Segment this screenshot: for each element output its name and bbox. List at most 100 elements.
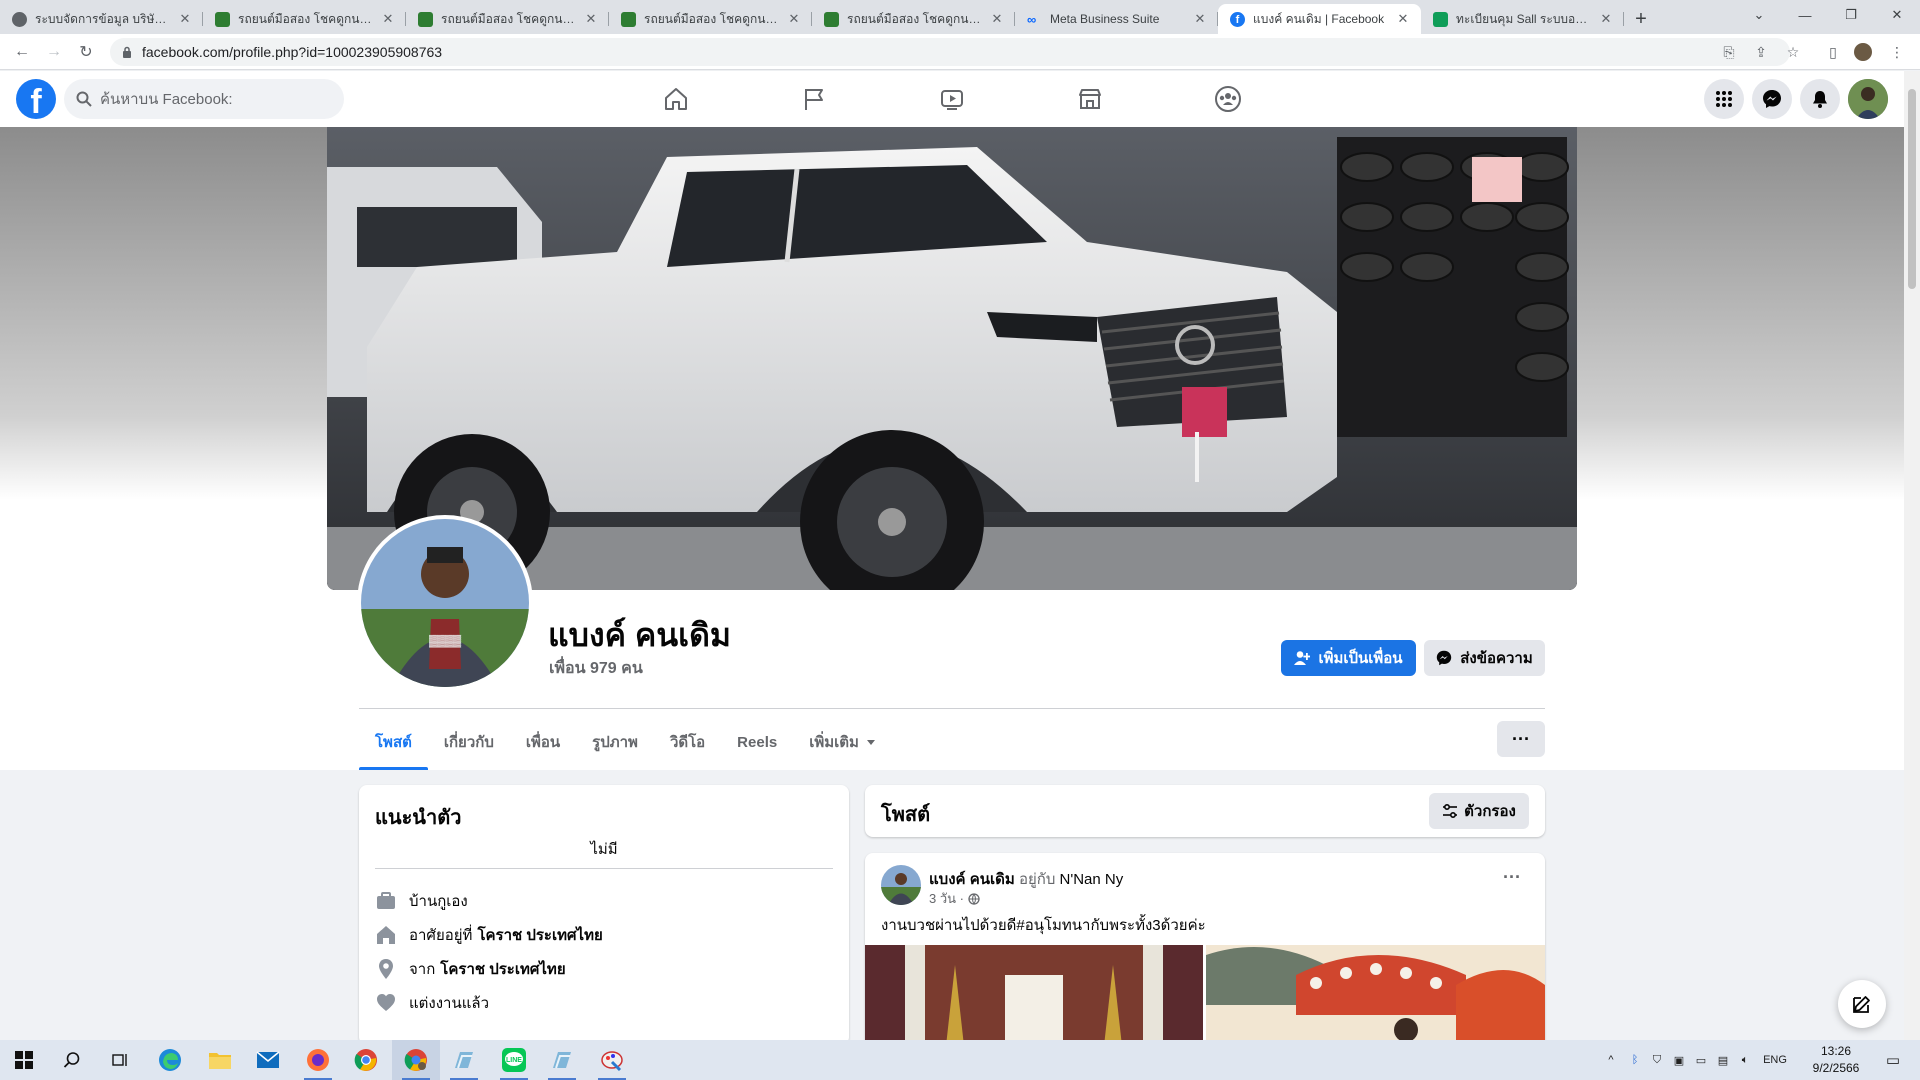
file-explorer-icon[interactable] [196, 1040, 244, 1080]
tab-friends[interactable]: เพื่อน [510, 714, 576, 770]
translate-icon[interactable]: ⎘ [1720, 43, 1738, 61]
browser-tab-6[interactable]: f แบงค์ คนเดิม | Facebook ✕ [1218, 4, 1421, 34]
post-author-name[interactable]: แบงค์ คนเดิม [929, 871, 1015, 888]
teamviewer-like-app-icon[interactable] [440, 1040, 488, 1080]
tab-search-icon[interactable]: ⌄ [1736, 0, 1782, 30]
tab-more[interactable]: เพิ่มเติม [793, 714, 893, 770]
tray-app-icon[interactable]: ▣ [1670, 1051, 1688, 1069]
new-tab-button[interactable]: + [1624, 4, 1658, 34]
facebook-search-input[interactable]: ค้นหาบน Facebook: [64, 79, 344, 119]
notes-app-icon[interactable] [538, 1040, 586, 1080]
briefcase-icon [377, 892, 395, 909]
post-tagged-name[interactable]: N'Nan Ny [1060, 871, 1124, 888]
friends-count[interactable]: เพื่อน 979 คน [549, 656, 643, 681]
action-center-icon[interactable]: ▭ [1884, 1051, 1902, 1069]
taskbar-search-icon[interactable] [48, 1040, 96, 1080]
browser-tab-5[interactable]: ∞ Meta Business Suite ✕ [1015, 4, 1218, 34]
nav-watch-video-icon[interactable] [896, 71, 1008, 127]
profile-avatar[interactable]: ▓▓▓▓ [357, 515, 533, 691]
side-panel-icon[interactable]: ▯ [1824, 43, 1842, 61]
post-author-avatar[interactable] [881, 865, 921, 905]
nav-home-icon[interactable] [620, 71, 732, 127]
bluetooth-icon[interactable]: ᛒ [1626, 1051, 1644, 1069]
input-language[interactable]: ENG [1760, 1051, 1790, 1069]
send-message-button[interactable]: ส่งข้อความ [1424, 640, 1545, 676]
browser-tab-4[interactable]: รถยนต์มือสอง โชคดูกนโยด อุดร ✕ [812, 4, 1015, 34]
share-icon[interactable]: ⇪ [1752, 43, 1770, 61]
tab-title: รถยนต์มือสอง โชคดูกนโยด อุดร [238, 11, 374, 26]
paint-app-icon[interactable] [588, 1040, 636, 1080]
profile-more-options-button[interactable]: ··· [1497, 721, 1545, 757]
messenger-icon[interactable] [1752, 79, 1792, 119]
tab-close-icon[interactable]: ✕ [380, 11, 396, 27]
cover-photo[interactable] [327, 127, 1577, 590]
post-options-button[interactable]: ··· [1503, 867, 1521, 888]
system-clock[interactable]: 13:26 9/2/2566 [1798, 1043, 1874, 1077]
facebook-logo-icon[interactable]: f [16, 79, 56, 119]
add-friend-button[interactable]: เพิ่มเป็นเพื่อน [1281, 640, 1416, 676]
forward-icon[interactable]: → [42, 40, 66, 64]
browser-tab-0[interactable]: ระบบจัดการข้อมูล บริษัท โชคดู ✕ [0, 4, 203, 34]
page-scrollbar[interactable] [1904, 71, 1920, 1040]
browser-tab-1[interactable]: รถยนต์มือสอง โชคดูกนโยด อุดร ✕ [203, 4, 406, 34]
restore-icon[interactable]: ❐ [1828, 0, 1874, 30]
window-close-icon[interactable]: ✕ [1874, 0, 1920, 30]
nav-groups-icon[interactable] [1172, 71, 1284, 127]
tab-close-icon[interactable]: ✕ [1395, 11, 1411, 27]
bookmark-star-icon[interactable]: ☆ [1784, 43, 1802, 61]
chrome-profile-avatar[interactable] [1854, 43, 1872, 61]
profile-picture: ▓▓▓▓ [361, 519, 529, 687]
tab-close-icon[interactable]: ✕ [177, 11, 193, 27]
edge-browser-icon[interactable] [146, 1040, 194, 1080]
tab-about[interactable]: เกี่ยวกับ [428, 714, 510, 770]
new-message-compose-button[interactable] [1838, 980, 1886, 1028]
tab-close-icon[interactable]: ✕ [786, 11, 802, 27]
tab-reels[interactable]: Reels [721, 714, 793, 770]
mail-icon[interactable] [244, 1040, 292, 1080]
intro-relationship-text: แต่งงานแล้ว [409, 995, 490, 1012]
post-time[interactable]: 3 วัน · [929, 888, 964, 909]
tab-videos[interactable]: วิดีโอ [654, 714, 721, 770]
tab-photos[interactable]: รูปภาพ [576, 714, 654, 770]
chrome-profile-icon[interactable] [392, 1040, 440, 1080]
add-friend-label: เพิ่มเป็นเพื่อน [1318, 650, 1403, 667]
firefox-icon[interactable] [294, 1040, 342, 1080]
intro-row-from: จาก โคราช ประเทศไทย [375, 957, 566, 981]
nav-marketplace-icon[interactable] [1034, 71, 1146, 127]
line-app-icon[interactable]: LINE [490, 1040, 538, 1080]
chrome-icon[interactable] [342, 1040, 390, 1080]
volume-icon[interactable]: 🔈︎ [1736, 1051, 1754, 1069]
account-avatar[interactable] [1848, 79, 1888, 119]
caret-down-icon [866, 740, 875, 745]
filter-button[interactable]: ตัวกรอง [1429, 793, 1529, 829]
windows-start-icon[interactable] [0, 1040, 48, 1080]
defender-shield-icon[interactable]: ⛉ [1648, 1051, 1666, 1069]
tab-posts[interactable]: โพสต์ [359, 714, 428, 770]
browser-tab-2[interactable]: รถยนต์มือสอง โชคดูกนโยด อุดร ✕ [406, 4, 609, 34]
tab-close-icon[interactable]: ✕ [1192, 11, 1208, 27]
tray-expand-icon[interactable]: ^ [1602, 1051, 1620, 1069]
post-photo-ceremony[interactable] [1206, 945, 1545, 1053]
tab-title: รถยนต์มือสอง โชคดูกนโยด อุดร [441, 11, 577, 26]
menu-grid-icon[interactable] [1704, 79, 1744, 119]
back-icon[interactable]: ← [10, 40, 34, 64]
address-bar[interactable]: facebook.com/profile.php?id=100023905908… [110, 38, 1790, 66]
notifications-bell-icon[interactable] [1800, 79, 1840, 119]
post-photo-temple[interactable] [865, 945, 1203, 1053]
minimize-icon[interactable]: — [1782, 0, 1828, 30]
network-icon[interactable]: ▤ [1714, 1051, 1732, 1069]
browser-tab-7[interactable]: ทะเบียนคุม Sall ระบบออนไลน์ ✕ [1421, 4, 1624, 34]
tab-close-icon[interactable]: ✕ [583, 11, 599, 27]
task-view-icon[interactable] [96, 1040, 144, 1080]
nav-pages-flag-icon[interactable] [758, 71, 870, 127]
reload-icon[interactable]: ↻ [74, 40, 98, 64]
browser-tab-3[interactable]: รถยนต์มือสอง โชคดูกนโยด อุดร ✕ [609, 4, 812, 34]
intro-from-place[interactable]: โคราช ประเทศไทย [440, 957, 565, 981]
chrome-menu-icon[interactable]: ⋮ [1888, 43, 1906, 61]
search-placeholder: ค้นหาบน Facebook: [100, 91, 233, 108]
tab-close-icon[interactable]: ✕ [989, 11, 1005, 27]
tab-close-icon[interactable]: ✕ [1598, 11, 1614, 27]
tray-display-icon[interactable]: ▭ [1692, 1051, 1710, 1069]
intro-lives-place[interactable]: โคราช ประเทศไทย [477, 923, 602, 947]
scrollbar-thumb[interactable] [1908, 89, 1916, 289]
